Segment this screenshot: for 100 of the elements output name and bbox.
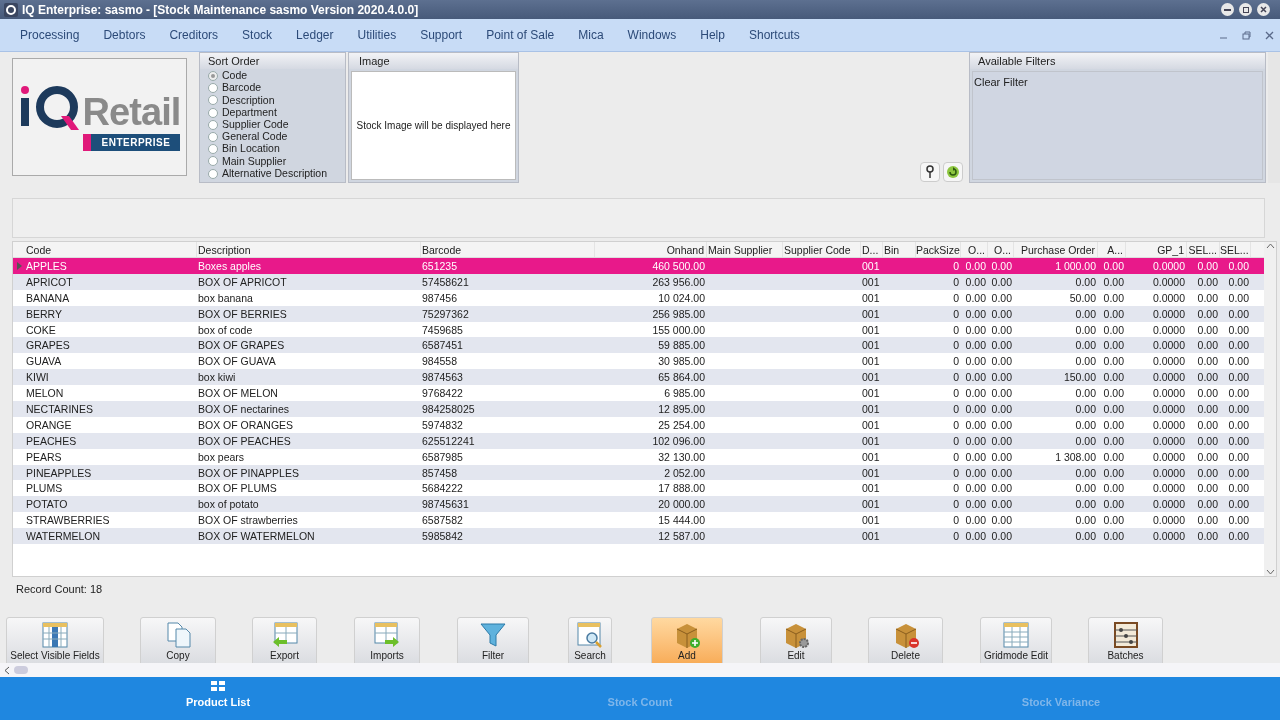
- menu-item[interactable]: Help: [688, 26, 737, 44]
- restore-icon[interactable]: [1242, 30, 1251, 40]
- table-cell-text: 0.00: [1075, 465, 1096, 481]
- sort-radio[interactable]: Description: [208, 94, 345, 107]
- table-row[interactable]: KIWI box kiwi 9874563 65 864.00 001 0 0.00 0.00 150.00 0.00 0.0000 0.00 0.00: [13, 369, 1264, 386]
- sort-radio[interactable]: Code: [208, 70, 345, 83]
- toolbar-button[interactable]: Edit: [760, 617, 832, 663]
- logo-badge: ENTERPRISE: [83, 133, 181, 151]
- toolbar-button[interactable]: Imports: [354, 617, 420, 663]
- sort-radio[interactable]: Barcode: [208, 82, 345, 95]
- table-row[interactable]: GRAPES BOX OF GRAPES 6587451 59 885.00 001 0 0.00 0.00 0.00 0.00 0.0000 0.00 0.00: [13, 337, 1264, 354]
- table-cell-text: 0: [953, 259, 959, 274]
- menu-item[interactable]: Mica: [566, 26, 616, 44]
- radio-icon[interactable]: [208, 144, 218, 155]
- bottom-tab[interactable]: Product List: [155, 677, 281, 720]
- menu-item[interactable]: Shortcuts: [736, 26, 812, 44]
- column-header[interactable]: Barcode: [421, 242, 595, 257]
- scroll-down-icon[interactable]: [1265, 568, 1275, 576]
- table-cell-text: 001: [862, 290, 880, 306]
- sort-radio[interactable]: Bin Location: [208, 143, 345, 156]
- radio-icon[interactable]: [208, 132, 218, 143]
- column-header[interactable]: A...: [1098, 242, 1126, 257]
- table-cell-text: COKE: [26, 322, 56, 338]
- column-header[interactable]: Onhand: [595, 242, 707, 257]
- close-icon[interactable]: [1265, 30, 1274, 40]
- table-row[interactable]: NECTARINES BOX OF nectarines 984258025 12 895.00 001 0 0.00 0.00 0.00 0.00 0.0000 0.00 0.00: [13, 401, 1264, 417]
- radio-icon[interactable]: [208, 119, 218, 130]
- column-header[interactable]: PackSize: [916, 242, 961, 257]
- sort-radio[interactable]: General Code: [208, 130, 345, 144]
- menu-item[interactable]: Processing: [8, 26, 92, 44]
- close-button[interactable]: [1257, 3, 1270, 16]
- toolbar-button[interactable]: Batches: [1088, 617, 1163, 663]
- table-cell-text: 0.00: [1197, 338, 1218, 354]
- table-cell-text: 987456: [422, 290, 458, 306]
- table-row[interactable]: WATERMELON BOX OF WATERMELON 5985842 12 587.00 001 0 0.00 0.00 0.00 0.00 0.0000 0.00 0.00: [13, 528, 1264, 545]
- table-cell-text: 857458: [422, 465, 458, 481]
- column-header[interactable]: SEL...: [1220, 242, 1251, 257]
- radio-icon[interactable]: [208, 83, 218, 94]
- menu-item[interactable]: Point of Sale: [474, 26, 567, 44]
- menu-item[interactable]: Ledger: [284, 26, 346, 44]
- table-cell-text: 0.00: [1103, 370, 1124, 386]
- toolbar-button[interactable]: Filter: [457, 617, 529, 663]
- toolbar-button[interactable]: Gridmode Edit: [980, 617, 1052, 663]
- table-cell-text: 0: [953, 274, 959, 290]
- scrollbar[interactable]: [1264, 242, 1276, 576]
- radio-icon[interactable]: [208, 71, 218, 82]
- sort-radio[interactable]: Alternative Description: [208, 167, 345, 180]
- table-cell-text: 0.00: [1228, 274, 1249, 290]
- table-cell-text: 0.00: [1197, 497, 1218, 513]
- table-cell-text: 001: [862, 529, 880, 545]
- column-header[interactable]: Code: [25, 242, 197, 257]
- table-row[interactable]: APPLES Boxes apples 651235 460 500.00 001 0 0.00 0.00 1 000.00 0.00 0.0000 0.00 0.00: [13, 258, 1264, 274]
- refresh-button[interactable]: [943, 162, 963, 182]
- radio-icon[interactable]: [208, 107, 218, 118]
- column-header[interactable]: O...: [961, 242, 988, 257]
- column-header[interactable]: GP_1: [1126, 242, 1187, 257]
- toolbar-button[interactable]: Add: [651, 617, 723, 663]
- table-cell-text: 625512241: [422, 433, 475, 449]
- scroll-left-icon[interactable]: [4, 665, 10, 675]
- scrollbar[interactable]: [1268, 52, 1280, 183]
- menu-item[interactable]: Stock: [230, 26, 285, 44]
- toolbar-button[interactable]: Search: [568, 617, 612, 663]
- column-header[interactable]: Bin: [883, 242, 916, 257]
- scroll-thumb[interactable]: [14, 666, 28, 674]
- menu-item[interactable]: Windows: [615, 26, 689, 44]
- column-header[interactable]: D...: [861, 242, 883, 257]
- table-cell-text: 0.0000: [1152, 417, 1185, 433]
- column-header[interactable]: SEL...: [1187, 242, 1220, 257]
- table-cell-text: 0.00: [965, 465, 986, 481]
- menu-item[interactable]: Support: [408, 26, 475, 44]
- radio-icon[interactable]: [208, 95, 218, 106]
- sort-radio[interactable]: Supplier Code: [208, 118, 345, 131]
- table-cell-text: 001: [862, 322, 880, 338]
- toolbar-button[interactable]: Select Visible Fields: [6, 617, 104, 663]
- menu-item[interactable]: Utilities: [345, 26, 409, 44]
- minimize-button[interactable]: [1221, 3, 1234, 16]
- column-header[interactable]: Purchase Order: [1014, 242, 1098, 257]
- radio-icon[interactable]: [208, 156, 218, 167]
- toolbar-button[interactable]: Copy: [140, 617, 216, 663]
- column-header[interactable]: Main Supplier: [707, 242, 783, 257]
- table-cell-text: box of potato: [198, 497, 259, 513]
- toolbar-button[interactable]: Export: [252, 617, 317, 663]
- column-header[interactable]: O...: [988, 242, 1014, 257]
- maximize-button[interactable]: [1239, 3, 1252, 16]
- filter-item[interactable]: Clear Filter: [974, 74, 1028, 91]
- menu-item[interactable]: Creditors: [157, 26, 231, 44]
- key-button[interactable]: [920, 162, 940, 182]
- toolbar-button[interactable]: Delete: [868, 617, 943, 663]
- table-cell-text: BOX OF GUAVA: [198, 354, 276, 370]
- table-row[interactable]: POTATO box of potato 98745631 20 000.00 001 0 0.00 0.00 0.00 0.00 0.0000 0.00 0.00: [13, 496, 1264, 513]
- radio-icon[interactable]: [208, 168, 218, 179]
- menu-item[interactable]: Debtors: [91, 26, 158, 44]
- horizontal-scrollbar[interactable]: [0, 663, 1280, 677]
- sort-radio[interactable]: Main Supplier: [208, 155, 345, 168]
- column-header[interactable]: Description: [197, 242, 421, 257]
- column-header[interactable]: Supplier Code: [783, 242, 861, 257]
- table-cell-text: BOX OF PLUMS: [198, 481, 277, 497]
- sort-radio[interactable]: Department: [208, 106, 345, 119]
- scroll-up-icon[interactable]: [1265, 242, 1275, 250]
- table-cell-text: BOX OF BERRIES: [198, 306, 287, 322]
